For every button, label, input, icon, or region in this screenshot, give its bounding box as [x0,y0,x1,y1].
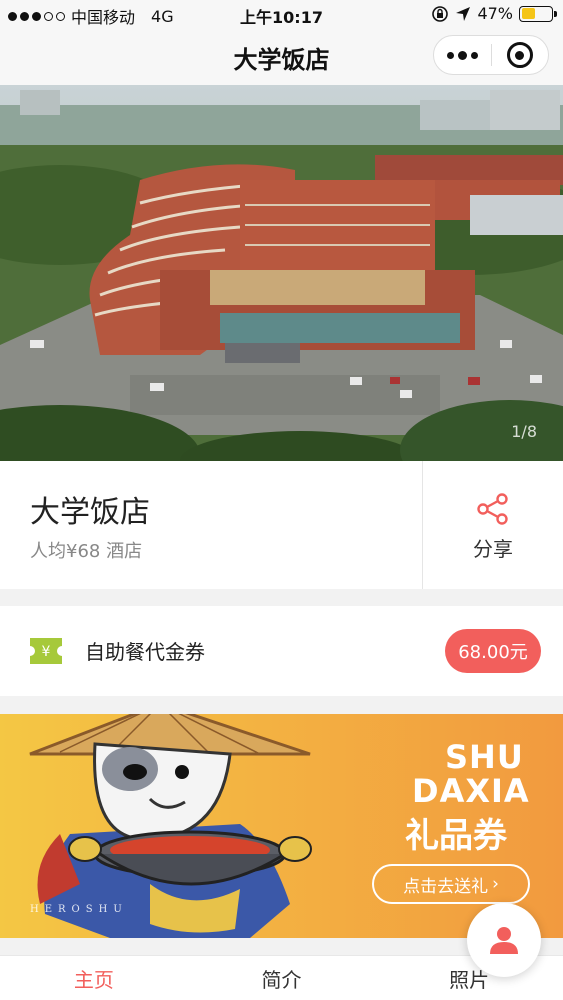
status-right: 47% [431,4,557,23]
coupon-price-button[interactable]: 68.00元 [445,629,541,673]
user-icon [490,927,518,954]
share-icon [477,493,508,525]
navigation-bar: 大学饭店 [0,30,563,85]
send-gift-button[interactable]: 点击去送礼 › [372,864,530,904]
battery-fill [521,8,536,19]
send-gift-label: 点击去送礼 [403,876,489,897]
coupon-item[interactable]: ¥ 自助餐代金券 68.00元 [0,606,563,696]
banner-title-line3: 礼品券 [405,816,507,856]
tab-photos[interactable]: 照片 [375,956,563,1000]
hotel-meta: 人均¥68 酒店 [30,541,143,562]
hotel-photo [0,85,563,461]
target-icon [506,42,533,68]
banner-signature: HEROSHU [30,904,128,915]
coupon-title: 自助餐代金券 [85,640,205,664]
mini-program-capsule [433,35,549,75]
hotel-photo-carousel[interactable]: 1/8 [0,85,563,461]
more-options-button[interactable] [434,36,491,74]
close-mini-program-button[interactable] [491,36,548,74]
gift-card-banner[interactable]: SHU DAXIA 礼品券 点击去送礼 › HEROSHU [0,714,563,938]
tab-home[interactable]: 主页 [0,956,188,1000]
svg-text:¥: ¥ [42,644,51,660]
share-button[interactable]: 分享 [422,461,563,589]
ticket-icon: ¥ [30,638,62,664]
status-bar: 中国移动 4G 上午10:17 47% [0,0,563,30]
battery-percent: 47% [477,4,513,23]
tab-intro[interactable]: 简介 [188,956,376,1000]
share-label: 分享 [473,537,513,561]
battery-icon [519,5,557,22]
banner-title-line1: SHU [445,738,524,776]
rotation-lock-icon [432,5,449,22]
hotel-info-card: 大学饭店 人均¥68 酒店 分享 [0,461,563,589]
location-arrow-icon [456,6,471,21]
chevron-right-icon: › [492,874,499,894]
hotel-name: 大学饭店 [30,495,150,530]
banner-title-line2: DAXIA [412,772,530,810]
user-profile-button[interactable] [467,903,541,977]
photo-counter: 1/8 [511,422,537,441]
